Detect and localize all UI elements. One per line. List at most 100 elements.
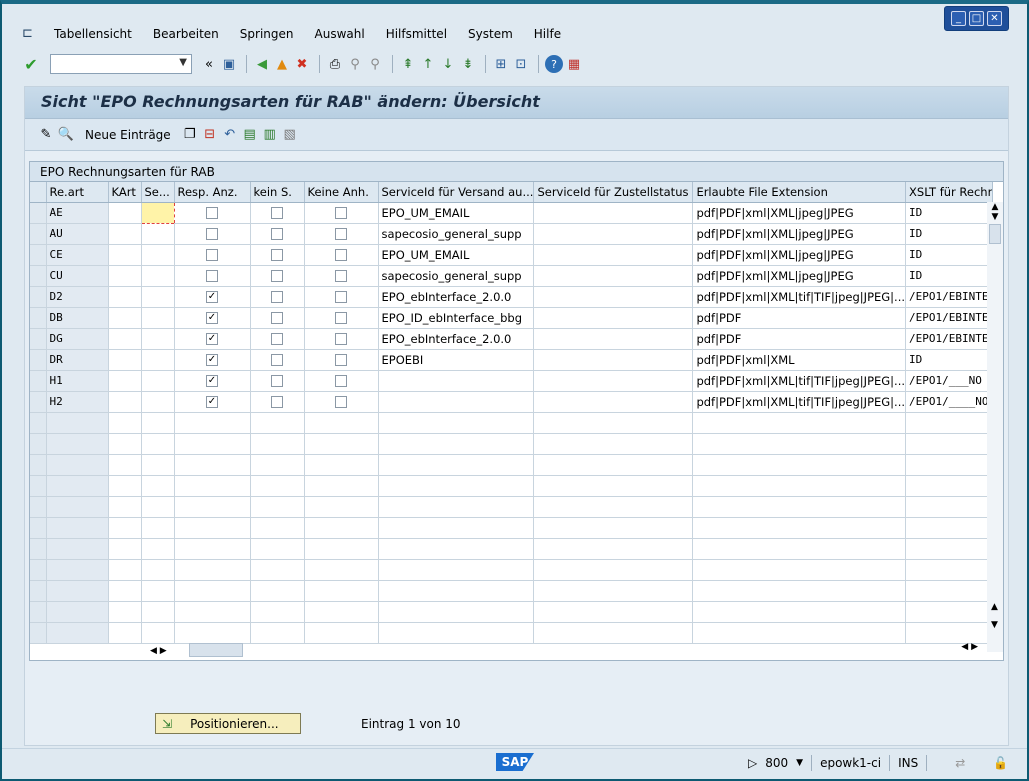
cell-serviceid-zustell[interactable]	[533, 286, 694, 308]
row-selector[interactable]	[30, 559, 47, 581]
cell-kart[interactable]	[108, 223, 142, 245]
col-header-se[interactable]: Se...	[141, 182, 175, 203]
cell-serviceid-versand[interactable]: sapecosio_general_supp	[378, 223, 535, 245]
status-mode[interactable]: INS	[898, 756, 918, 770]
keine-checkbox[interactable]	[335, 354, 347, 366]
row-selector[interactable]	[30, 538, 47, 560]
back-icon[interactable]: ◀	[253, 55, 271, 73]
menu-icon[interactable]: ⊏	[22, 27, 38, 41]
row-selector[interactable]	[30, 412, 47, 434]
cell-xslt[interactable]: /EPO1/EBINTE	[905, 328, 994, 350]
menu-bearbeiten[interactable]: Bearbeiten	[153, 27, 219, 41]
cell-kart[interactable]	[108, 244, 142, 266]
row-selector[interactable]	[30, 601, 47, 623]
kein-checkbox[interactable]	[271, 270, 283, 282]
cell-se[interactable]	[141, 286, 175, 308]
kein-checkbox[interactable]	[271, 291, 283, 303]
cell-kart[interactable]	[108, 328, 142, 350]
col-header-resp[interactable]: Resp. Anz.	[174, 182, 251, 203]
cell-serviceid-zustell[interactable]	[533, 223, 694, 245]
cell-xslt[interactable]: /EPO1/EBINTE	[905, 286, 994, 308]
col-header-kein[interactable]: kein S.	[250, 182, 305, 203]
cell-file-ext[interactable]: pdf|PDF|xml|XML|jpeg|JPEG	[692, 244, 907, 266]
help-icon[interactable]: ?	[545, 55, 563, 73]
cell-serviceid-zustell[interactable]	[533, 391, 694, 413]
row-selector[interactable]	[30, 580, 47, 602]
row-selector[interactable]	[30, 265, 47, 287]
row-selector[interactable]	[30, 328, 47, 350]
menu-hilfsmittel[interactable]: Hilfsmittel	[386, 27, 447, 41]
cell-xslt[interactable]: /EPO1/___NO	[905, 370, 994, 392]
cell-file-ext[interactable]: pdf|PDF|xml|XML|tif|TIF|jpeg|JPEG|...	[692, 391, 907, 413]
find-icon[interactable]: ⚲	[346, 55, 364, 73]
menu-auswahl[interactable]: Auswahl	[315, 27, 365, 41]
cell-serviceid-versand[interactable]: EPO_ebInterface_2.0.0	[378, 286, 535, 308]
keine-checkbox[interactable]	[335, 228, 347, 240]
cell-se[interactable]	[141, 265, 175, 287]
cell-file-ext[interactable]: pdf|PDF	[692, 307, 907, 329]
lock-icon[interactable]: 🔓	[993, 756, 1008, 770]
cell-serviceid-zustell[interactable]	[533, 307, 694, 329]
keine-checkbox[interactable]	[335, 333, 347, 345]
col-header-keine-anh[interactable]: Keine Anh.	[304, 182, 379, 203]
resp-checkbox[interactable]: ✓	[206, 312, 218, 324]
undo-icon[interactable]: ↶	[221, 126, 239, 144]
cell-xslt[interactable]: ID	[905, 202, 994, 224]
keine-checkbox[interactable]	[335, 396, 347, 408]
cell-kart[interactable]	[108, 307, 142, 329]
row-selector[interactable]	[30, 496, 47, 518]
cell-file-ext[interactable]: pdf|PDF|xml|XML	[692, 349, 907, 371]
row-selector[interactable]	[30, 286, 47, 308]
details-icon[interactable]: 🔍	[57, 126, 75, 144]
cell-file-ext[interactable]: pdf|PDF|xml|XML|jpeg|JPEG	[692, 265, 907, 287]
cell-se[interactable]	[140, 201, 175, 224]
cell-xslt[interactable]: ID	[905, 223, 994, 245]
close-icon[interactable]: ✕	[987, 11, 1002, 26]
exit-icon[interactable]: ▲	[273, 55, 291, 73]
keine-checkbox[interactable]	[335, 375, 347, 387]
status-client[interactable]: 800	[765, 756, 788, 770]
cell-kart[interactable]	[108, 370, 142, 392]
next-page-icon[interactable]: ↓	[439, 55, 457, 73]
cell-file-ext[interactable]: pdf|PDF|xml|XML|tif|TIF|jpeg|JPEG|...	[692, 370, 907, 392]
resp-checkbox[interactable]: ✓	[206, 396, 218, 408]
hscroll-thumb[interactable]	[188, 642, 243, 657]
cell-serviceid-versand[interactable]: EPO_UM_EMAIL	[378, 244, 535, 266]
scroll-left-icon[interactable]: ◀ ▶	[150, 646, 167, 656]
menu-hilfe[interactable]: Hilfe	[534, 27, 561, 41]
row-selector[interactable]	[30, 349, 47, 371]
scroll-thumb[interactable]	[989, 224, 1001, 244]
prev-page-icon[interactable]: ↑	[419, 55, 437, 73]
resp-checkbox[interactable]: ✓	[206, 333, 218, 345]
row-selector[interactable]	[30, 622, 47, 644]
last-page-icon[interactable]: ⇟	[459, 55, 477, 73]
cell-serviceid-versand[interactable]: sapecosio_general_supp	[378, 265, 535, 287]
cell-xslt[interactable]: /EPO1/EBINTE	[905, 307, 994, 329]
cell-serviceid-zustell[interactable]	[533, 265, 694, 287]
keine-checkbox[interactable]	[335, 312, 347, 324]
vertical-scrollbar[interactable]: ▲ ▼ ▲ ▼	[987, 202, 1003, 652]
cell-kart[interactable]	[108, 202, 142, 224]
cell-xslt[interactable]: /EPO1/____NO	[905, 391, 994, 413]
cell-kart[interactable]	[108, 286, 142, 308]
resp-checkbox[interactable]: ✓	[206, 291, 218, 303]
scroll-right-icon[interactable]: ◀ ▶	[961, 642, 978, 652]
cancel-icon[interactable]: ✖	[293, 55, 311, 73]
resp-checkbox[interactable]: ✓	[206, 375, 218, 387]
new-session-icon[interactable]: ⊞	[492, 55, 510, 73]
cell-xslt[interactable]: ID	[905, 349, 994, 371]
row-selector[interactable]	[30, 370, 47, 392]
cell-serviceid-zustell[interactable]	[533, 202, 694, 224]
keine-checkbox[interactable]	[335, 270, 347, 282]
select-block-icon[interactable]: ▥	[261, 126, 279, 144]
cell-serviceid-versand[interactable]: EPO_UM_EMAIL	[378, 202, 535, 224]
menu-system[interactable]: System	[468, 27, 513, 41]
change-display-icon[interactable]: ✎	[37, 126, 55, 144]
cell-serviceid-zustell[interactable]	[533, 244, 694, 266]
collapse-icon[interactable]: «	[200, 55, 218, 73]
cell-se[interactable]	[141, 391, 175, 413]
kein-checkbox[interactable]	[271, 249, 283, 261]
resp-checkbox[interactable]	[206, 228, 218, 240]
row-selector[interactable]	[30, 475, 47, 497]
shortcut-icon[interactable]: ⊡	[512, 55, 530, 73]
